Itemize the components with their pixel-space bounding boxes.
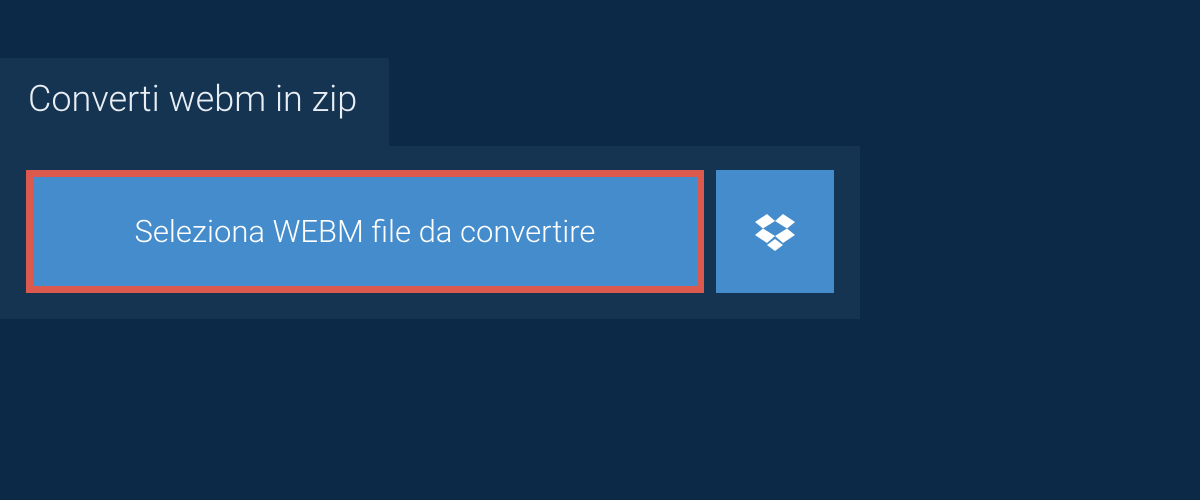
- select-file-button[interactable]: Seleziona WEBM file da convertire: [26, 170, 704, 293]
- select-file-label: Seleziona WEBM file da convertire: [135, 213, 596, 250]
- tab-convert[interactable]: Converti webm in zip: [0, 58, 389, 146]
- tab-title: Converti webm in zip: [28, 78, 357, 120]
- tab-bar: Converti webm in zip: [0, 0, 1200, 146]
- convert-panel: Seleziona WEBM file da convertire: [0, 146, 860, 319]
- dropbox-button[interactable]: [716, 170, 834, 293]
- dropbox-icon: [755, 212, 795, 252]
- button-row: Seleziona WEBM file da convertire: [26, 170, 834, 293]
